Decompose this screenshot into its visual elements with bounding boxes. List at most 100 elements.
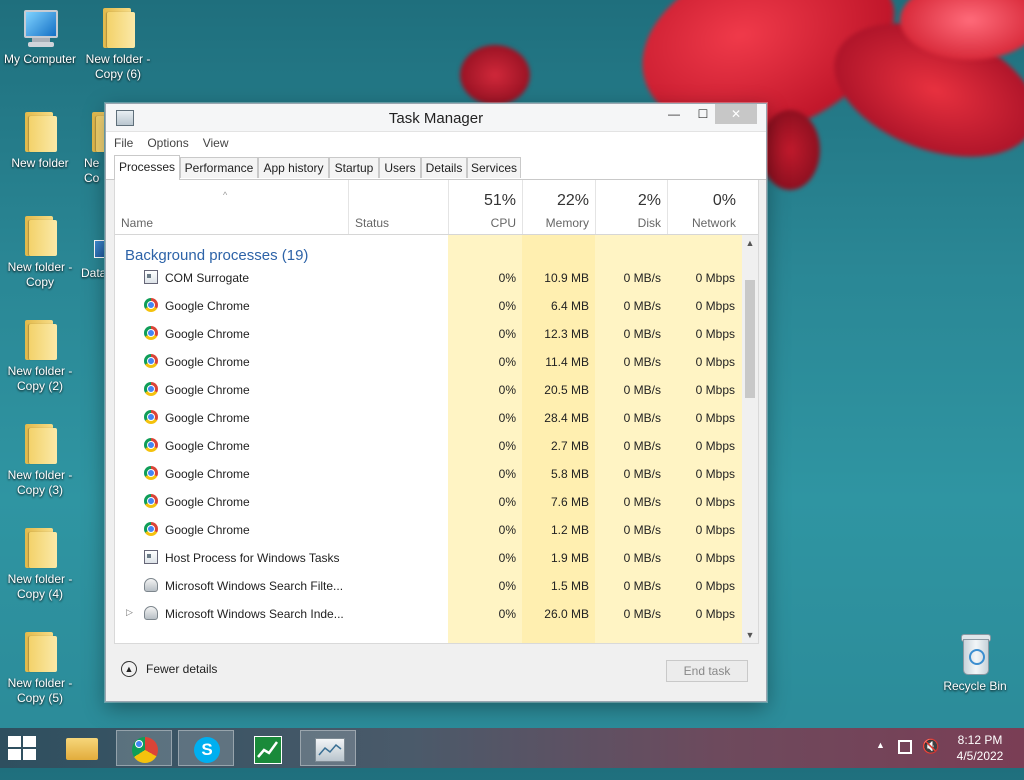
process-row[interactable]: Host Process for Windows Tasks 0% 1.9 MB 0 … [115,543,742,571]
process-cpu: 0% [498,551,516,565]
start-button[interactable] [8,736,38,760]
show-hidden-icons-button[interactable]: ▲ [876,740,885,780]
desktop-icon-folder[interactable]: New folder - Copy (6) [78,0,158,82]
process-memory: 2.7 MB [550,439,589,453]
process-row[interactable]: Google Chrome 0% 2.7 MB 0 MB/s 0 Mbps [115,431,742,459]
column-header-disk[interactable]: 2% Disk [595,180,667,234]
tab-strip: Processes Performance App history Startu… [106,154,766,180]
process-network: 0 Mbps [695,355,735,369]
tab-services[interactable]: Services [467,157,521,178]
process-row[interactable]: Google Chrome 0% 28.4 MB 0 MB/s 0 Mbps [115,403,742,431]
group-header-background-processes[interactable]: Background processes (19) [125,247,308,264]
scrollbar-thumb[interactable] [745,280,755,398]
chevron-up-icon: ▲ [121,661,137,677]
column-header-memory[interactable]: 22% Memory [522,180,595,234]
desktop-icon-label: New folder - Copy (4) [7,572,73,601]
tab-processes[interactable]: Processes [114,155,180,180]
chrome-icon [144,466,158,480]
desktop-icon-recycle-bin[interactable]: Recycle Bin [935,625,1015,694]
menu-options[interactable]: Options [147,136,188,150]
process-row[interactable]: Google Chrome 0% 1.2 MB 0 MB/s 0 Mbps [115,515,742,543]
process-row[interactable]: Google Chrome 0% 12.3 MB 0 MB/s 0 Mbps [115,319,742,347]
end-task-button[interactable]: End task [666,660,748,682]
process-memory: 1.9 MB [550,551,589,565]
desktop-icon-folder[interactable]: New folder - Copy (4) [0,520,80,602]
column-header-name[interactable]: ^ Name [115,180,348,234]
expand-arrow-icon[interactable]: ▷ [126,607,133,618]
process-cpu: 0% [498,355,516,369]
chrome-icon [144,382,158,396]
column-label: CPU [490,216,516,230]
column-percent: 22% [556,192,589,209]
process-row[interactable]: COM Surrogate 0% 10.9 MB 0 MB/s 0 Mbps [115,263,742,291]
taskbar-skype[interactable]: S [178,730,234,766]
process-cpu: 0% [498,579,516,593]
column-header-cpu[interactable]: 51% CPU [448,180,522,234]
process-disk: 0 MB/s [623,607,661,621]
column-label: Name [121,216,154,230]
desktop-icon-my-computer[interactable]: My Computer [0,0,80,67]
taskbar-file-explorer[interactable] [54,730,110,766]
process-row[interactable]: Google Chrome 0% 5.8 MB 0 MB/s 0 Mbps [115,459,742,487]
desktop-icon-folder[interactable]: New folder - Copy (2) [0,312,80,394]
desktop-icon-folder[interactable]: New folder [0,104,80,171]
fewer-details-button[interactable]: ▲ Fewer details [121,661,217,677]
taskbar-task-manager[interactable] [300,730,356,766]
stock-chart-icon [254,736,282,764]
process-name: Google Chrome [165,495,250,509]
column-percent: 0% [712,192,736,209]
process-disk: 0 MB/s [623,383,661,397]
tab-startup[interactable]: Startup [329,157,379,178]
menu-view[interactable]: View [203,136,229,150]
process-cpu: 0% [498,271,516,285]
process-row[interactable]: Google Chrome 0% 6.4 MB 0 MB/s 0 Mbps [115,291,742,319]
taskbar: S ▲ 🔇 8:12 PM 4/5/2022 [0,728,1024,768]
tab-app-history[interactable]: App history [258,157,329,178]
process-cpu: 0% [498,467,516,481]
desktop-icon-folder[interactable]: New folder - Copy (3) [0,416,80,498]
shortcut-icon [94,240,104,258]
process-network: 0 Mbps [695,271,735,285]
process-cpu: 0% [498,495,516,509]
clock-time: 8:12 PM [957,733,1003,747]
chrome-icon [144,438,158,452]
desktop-icon-folder[interactable]: New folder - Copy [0,208,80,290]
process-row[interactable]: Google Chrome 0% 20.5 MB 0 MB/s 0 Mbps [115,375,742,403]
system-process-icon [144,270,158,284]
title-bar[interactable]: Task Manager — ☐ ✕ [106,104,766,131]
process-disk: 0 MB/s [623,439,661,453]
column-header-network[interactable]: 0% Network [667,180,742,234]
column-label: Status [355,216,390,230]
menu-file[interactable]: File [114,136,133,150]
process-row[interactable]: Google Chrome 0% 11.4 MB 0 MB/s 0 Mbps [115,347,742,375]
user-process-icon [144,578,158,592]
minimize-button[interactable]: — [660,104,688,124]
tab-performance[interactable]: Performance [180,157,258,178]
volume-muted-icon[interactable]: 🔇 [922,738,939,778]
desktop-icon-folder-partial[interactable]: Ne Co [76,104,104,186]
clock[interactable]: 8:12 PM 4/5/2022 [950,732,1010,764]
desktop-icon-data-partial[interactable]: Data [76,216,104,281]
close-button[interactable]: ✕ [715,104,757,124]
scroll-up-icon[interactable]: ▲ [742,235,758,251]
process-row[interactable]: Google Chrome 0% 7.6 MB 0 MB/s 0 Mbps [115,487,742,515]
taskbar-chrome[interactable] [116,730,172,766]
vertical-scrollbar[interactable]: ▲ ▼ [742,235,758,643]
wallpaper-petal [460,45,530,105]
network-icon[interactable] [898,740,912,754]
tab-users[interactable]: Users [379,157,421,178]
process-cpu: 0% [498,439,516,453]
windows-logo-icon [8,736,21,747]
desktop-icon-folder[interactable]: New folder - Copy (5) [0,624,80,706]
tab-details[interactable]: Details [421,157,467,178]
process-cpu: 0% [498,523,516,537]
scroll-down-icon[interactable]: ▼ [742,627,758,643]
process-row[interactable]: ▷ Microsoft Windows Search Inde... 0% 26.0 … [115,599,742,627]
column-header-status[interactable]: Status [348,180,448,234]
process-cpu: 0% [498,383,516,397]
footer: ▲ Fewer details End task [106,644,766,700]
process-row[interactable]: Microsoft Windows Search Filte... 0% 1.5 M… [115,571,742,599]
maximize-button[interactable]: ☐ [689,104,717,124]
taskbar-stock-app[interactable] [240,730,296,766]
task-manager-window[interactable]: Task Manager — ☐ ✕ File Options View Pro… [105,103,767,702]
